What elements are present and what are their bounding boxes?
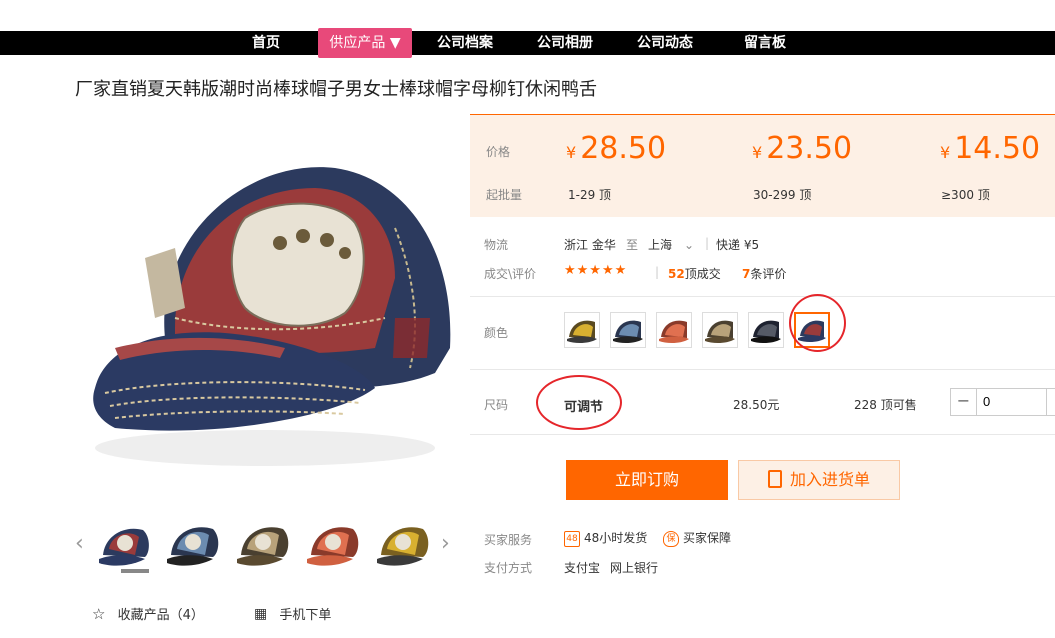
- size-label: 尺码: [484, 398, 509, 412]
- logistics-label: 物流: [484, 238, 509, 252]
- currency-symbol: ¥: [940, 143, 951, 162]
- color-swatch-red[interactable]: [656, 312, 692, 348]
- add-to-cart-label: 加入进货单: [789, 470, 870, 489]
- price-tier-3: ¥14.50: [940, 131, 1040, 166]
- deals-link[interactable]: 52顶成交: [668, 265, 721, 282]
- price-box: 价格 起批量 ¥28.50 ¥23.50 ¥14.50 1-29 顶 30-29…: [470, 114, 1055, 217]
- main-product-image[interactable]: [75, 118, 455, 486]
- moq-label: 起批量: [486, 188, 523, 202]
- service-label: 买家服务: [484, 533, 533, 547]
- thumbnail[interactable]: [95, 515, 153, 573]
- top-nav: 首页 供应产品 ▼ 公司档案 公司相册 公司动态 留言板: [0, 28, 1055, 58]
- thumb-next-arrow-icon[interactable]: ›: [441, 531, 450, 556]
- mobile-order-link[interactable]: 手机下单: [279, 604, 331, 623]
- divider: |: [705, 236, 710, 250]
- nav-message-board[interactable]: 留言板: [735, 31, 795, 55]
- divider-line: [470, 369, 1055, 370]
- nav-company-album[interactable]: 公司相册: [530, 31, 600, 55]
- ship-from: 浙江 金华: [564, 238, 616, 252]
- rating-stars: ★★★★★: [564, 263, 628, 278]
- thumbnail[interactable]: [233, 515, 291, 573]
- service-48h-label: 48小时发货: [584, 531, 648, 545]
- add-to-cart-button[interactable]: 加入进货单: [738, 460, 900, 500]
- clipboard-icon: [767, 469, 782, 488]
- price-value: 14.50: [954, 131, 1041, 166]
- price-tier-2: ¥23.50: [752, 131, 852, 166]
- ship-to-select[interactable]: 上海 ⌄: [648, 236, 694, 253]
- quantity-stepper: −: [950, 388, 1055, 416]
- quantity-input[interactable]: [983, 394, 1043, 409]
- price-value: 28.50: [580, 131, 667, 166]
- ship-to-value: 上海: [648, 238, 673, 252]
- color-swatch-yellow[interactable]: [564, 312, 600, 348]
- deals-count: 52: [668, 267, 685, 281]
- thumb-prev-arrow-icon[interactable]: ‹: [75, 531, 84, 556]
- divider-line: [470, 296, 1055, 297]
- price-label: 价格: [486, 145, 511, 159]
- thumbnail[interactable]: [163, 515, 221, 573]
- qr-code-icon[interactable]: ▦: [254, 606, 267, 622]
- ship-to-word: 至: [626, 238, 639, 252]
- size-stock: 228 顶可售: [854, 398, 917, 412]
- color-swatch-khaki[interactable]: [702, 312, 738, 348]
- moq-tier-1: 1-29 顶: [568, 188, 612, 202]
- product-title: 厂家直销夏天韩版潮时尚棒球帽子男女士棒球帽字母柳钉休闲鸭舌: [75, 79, 597, 100]
- payment-alipay: 支付宝: [564, 561, 601, 575]
- service-guarantee-label: 买家保障: [683, 531, 732, 545]
- thumbnail-strip: ‹ ›: [75, 515, 460, 575]
- thumbnail[interactable]: [303, 515, 361, 573]
- divider: |: [655, 265, 660, 279]
- review-text: 条评价: [750, 267, 787, 281]
- annotation-circle: [536, 375, 622, 430]
- shipping-48h-icon: 48: [564, 530, 580, 547]
- reviews-label: 成交\评价: [484, 267, 537, 281]
- currency-symbol: ¥: [752, 143, 763, 162]
- payment-online-bank: 网上银行: [610, 561, 659, 575]
- price-value: 23.50: [766, 131, 853, 166]
- quantity-plus-button[interactable]: [1046, 389, 1047, 415]
- express-fee: 快递 ¥5: [716, 238, 760, 252]
- nav-company-profile[interactable]: 公司档案: [430, 31, 500, 55]
- color-swatch-blue[interactable]: [610, 312, 646, 348]
- nav-products[interactable]: 供应产品 ▼: [318, 28, 412, 58]
- star-outline-icon[interactable]: ☆: [92, 605, 105, 623]
- service-48h[interactable]: 48 48小时发货: [564, 529, 647, 547]
- nav-home[interactable]: 首页: [240, 31, 292, 55]
- moq-tier-3: ≥300 顶: [941, 188, 990, 202]
- service-guarantee[interactable]: 保买家保障: [663, 529, 731, 547]
- favorite-row: ☆ 收藏产品（4） ▦ 手机下单: [92, 604, 331, 624]
- currency-symbol: ¥: [566, 143, 577, 162]
- size-price: 28.50元: [733, 398, 780, 412]
- favorite-link[interactable]: 收藏产品（4）: [118, 604, 204, 623]
- reviews-link[interactable]: 7条评价: [742, 265, 786, 282]
- nav-company-news[interactable]: 公司动态: [630, 31, 700, 55]
- deals-text: 顶成交: [684, 267, 721, 281]
- shield-icon: 保: [663, 530, 679, 547]
- divider-line: [470, 434, 1055, 435]
- buy-now-button[interactable]: 立即订购: [566, 460, 728, 500]
- payment-label: 支付方式: [484, 561, 533, 575]
- moq-tier-2: 30-299 顶: [753, 188, 812, 202]
- quantity-minus-button[interactable]: −: [951, 389, 977, 415]
- chevron-down-icon: ⌄: [684, 238, 695, 252]
- color-swatch-black[interactable]: [748, 312, 784, 348]
- color-label: 颜色: [484, 326, 509, 340]
- annotation-circle: [789, 294, 846, 352]
- price-tier-1: ¥28.50: [566, 131, 666, 166]
- thumbnail[interactable]: [373, 515, 431, 573]
